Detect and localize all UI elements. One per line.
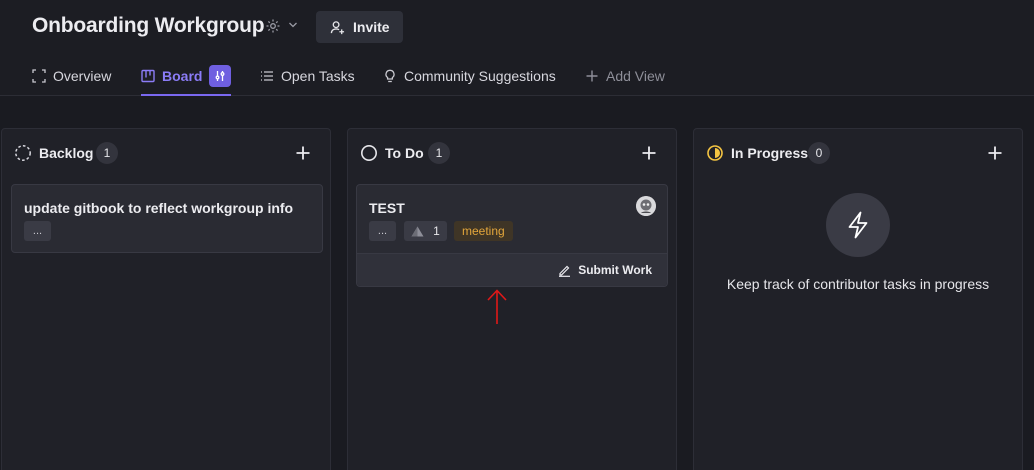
overview-icon xyxy=(32,69,46,83)
invite-label: Invite xyxy=(353,19,390,35)
lightbulb-icon xyxy=(385,69,395,83)
column-title: In Progress xyxy=(731,145,809,161)
board-icon xyxy=(141,69,155,83)
add-task-button[interactable] xyxy=(986,144,1004,162)
task-menu-button[interactable]: ... xyxy=(24,221,51,241)
column-header: In Progress 0 xyxy=(694,141,1022,165)
task-points[interactable]: 1 xyxy=(404,221,447,241)
column-count: 1 xyxy=(428,142,450,164)
tab-label: Add View xyxy=(606,68,665,84)
chevron-down-icon[interactable] xyxy=(288,21,298,29)
sliders-icon xyxy=(216,71,225,81)
empty-state-graphic xyxy=(826,193,890,257)
lightning-icon xyxy=(848,211,868,239)
tab-label: Overview xyxy=(53,68,112,84)
avatar[interactable] xyxy=(636,196,656,216)
invite-button[interactable]: Invite xyxy=(316,11,403,43)
pencil-icon xyxy=(559,265,571,277)
add-task-button[interactable] xyxy=(294,144,312,162)
task-menu-button[interactable]: ... xyxy=(369,221,396,241)
task-title: update gitbook to reflect workgroup info xyxy=(24,200,294,216)
tab-open-tasks[interactable]: Open Tasks xyxy=(260,56,355,96)
gear-icon[interactable] xyxy=(265,18,281,34)
todo-status-icon xyxy=(361,145,377,161)
task-card[interactable]: TEST ... 1 meeting Submit Work xyxy=(356,184,668,287)
list-icon xyxy=(261,71,273,81)
annotation-arrow-icon xyxy=(487,289,507,324)
in-progress-status-icon xyxy=(707,145,723,161)
tab-label: Community Suggestions xyxy=(404,68,556,84)
tab-community-suggestions[interactable]: Community Suggestions xyxy=(383,56,556,96)
tab-board[interactable]: Board xyxy=(141,56,232,96)
column-title: To Do xyxy=(385,145,424,161)
tab-label: Board xyxy=(162,68,203,84)
view-tabs: Overview Board Open Tasks Community Sugg… xyxy=(0,56,1034,96)
tab-label: Open Tasks xyxy=(281,68,355,84)
workgroup-title: Onboarding Workgroup xyxy=(32,14,265,37)
points-value: 1 xyxy=(433,224,440,238)
tag-badge[interactable]: meeting xyxy=(454,221,513,241)
board-settings-button[interactable] xyxy=(209,65,232,87)
task-card[interactable]: update gitbook to reflect workgroup info… xyxy=(11,184,323,253)
column-count: 0 xyxy=(808,142,830,164)
plus-icon xyxy=(586,70,598,82)
task-title: TEST xyxy=(369,200,405,216)
submit-work-label: Submit Work xyxy=(578,263,652,277)
column-title: Backlog xyxy=(39,145,94,161)
tab-overview[interactable]: Overview xyxy=(32,56,111,96)
points-icon xyxy=(411,226,424,236)
submit-work-button[interactable]: Submit Work xyxy=(558,263,652,277)
avatar-image xyxy=(636,196,656,216)
column-header: Backlog 1 xyxy=(2,141,330,165)
workgroup-header: Onboarding Workgroup Invite Overview Boa… xyxy=(0,0,1034,96)
column-count: 1 xyxy=(96,142,118,164)
backlog-status-icon xyxy=(15,145,31,161)
column-backlog: Backlog 1 update gitbook to reflect work… xyxy=(1,128,331,470)
column-in-progress: In Progress 0 Keep track of contributor … xyxy=(693,128,1023,470)
column-todo: To Do 1 TEST ... 1 meeting Submit Work xyxy=(347,128,677,470)
card-footer: Submit Work xyxy=(357,253,667,286)
add-task-button[interactable] xyxy=(640,144,658,162)
empty-state-text: Keep track of contributor tasks in progr… xyxy=(726,276,990,292)
column-header: To Do 1 xyxy=(348,141,676,165)
tab-add-view[interactable]: Add View xyxy=(585,56,665,96)
add-user-icon xyxy=(330,20,345,34)
